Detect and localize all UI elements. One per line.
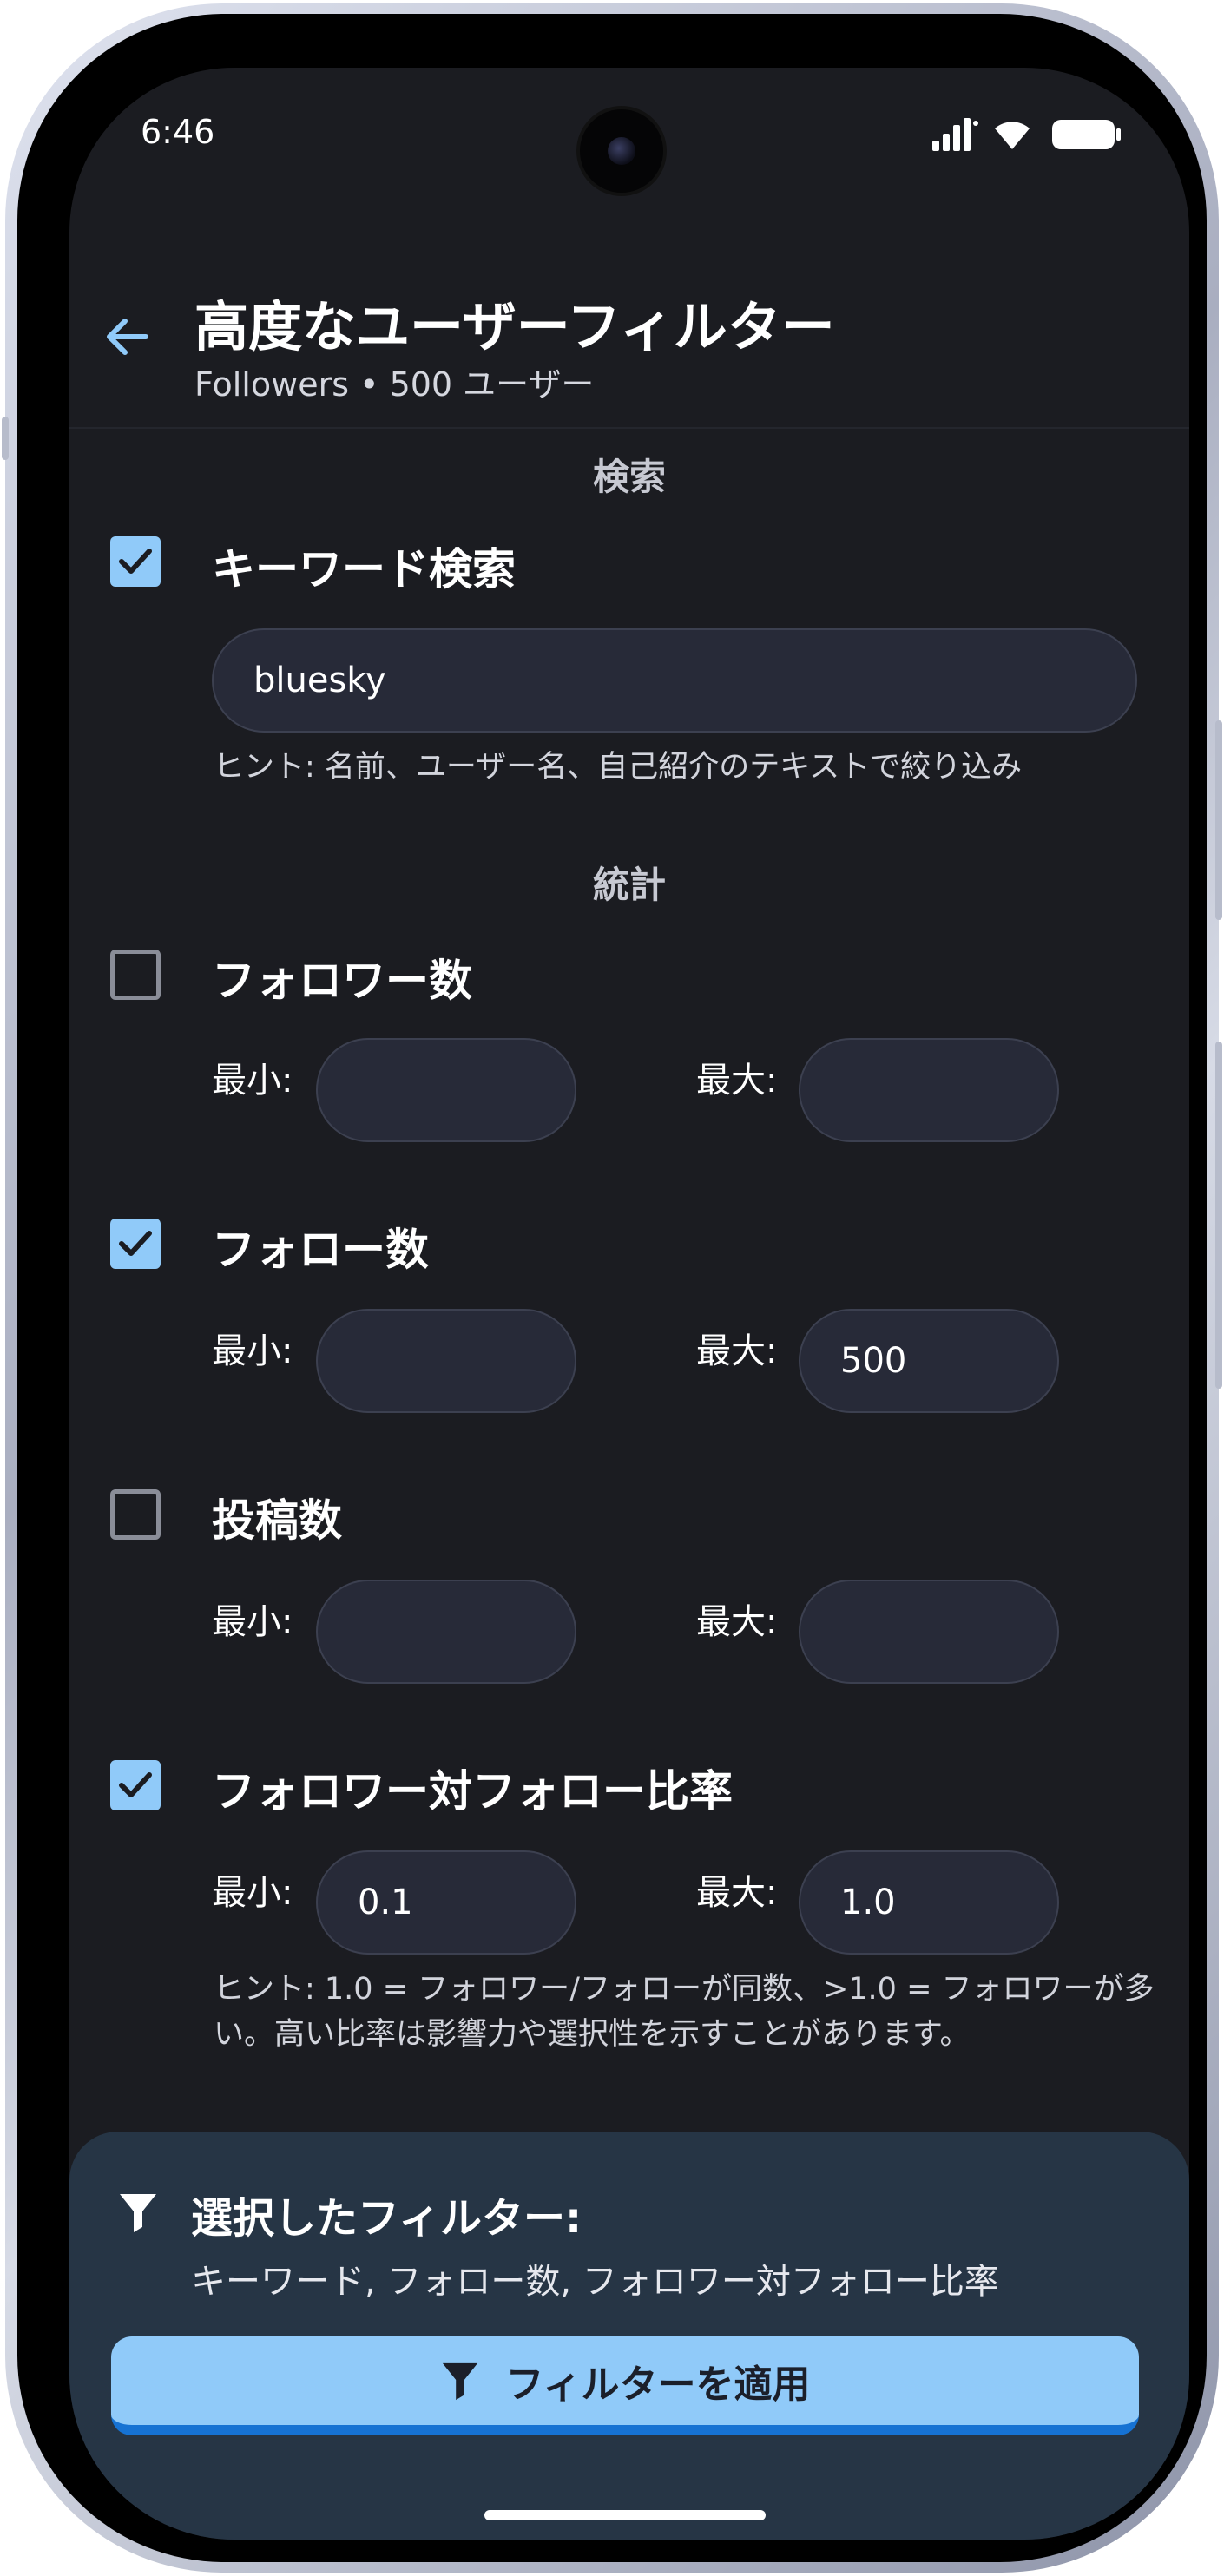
device-frame: 6:46 高度なユーザーフィルター Followers • 500 ユーザー 検…	[2, 3, 1222, 2573]
filter-icon	[120, 2194, 156, 2232]
ratio-max-label: 最大:	[696, 1873, 778, 1913]
apply-filter-button[interactable]: フィルターを適用	[111, 2336, 1139, 2435]
signal-icon	[932, 118, 978, 151]
page-title: 高度なユーザーフィルター	[194, 295, 835, 358]
action-button	[2, 417, 9, 460]
back-button[interactable]	[95, 306, 158, 368]
status-icons	[931, 115, 1122, 153]
ratio-min-input[interactable]: 0.1	[316, 1850, 576, 1955]
filter-icon	[443, 2362, 478, 2401]
power-button	[1215, 1042, 1222, 1389]
followers-min-input[interactable]	[316, 1038, 576, 1142]
page-subtitle: Followers • 500 ユーザー	[194, 365, 595, 404]
posts-min-label: 最小:	[212, 1602, 293, 1642]
ratio-checkbox[interactable]	[110, 1760, 161, 1810]
home-indicator[interactable]	[484, 2510, 766, 2520]
status-time: 6:46	[141, 113, 215, 151]
following-label: フォロー数	[212, 1225, 429, 1275]
followers-max-label: 最大:	[696, 1061, 778, 1101]
ratio-hint: ヒント: 1.0 = フォロワー/フォローが同数、>1.0 = フォロワーが多い…	[214, 1972, 1155, 2052]
check-icon	[119, 549, 152, 574]
device-bezel: 6:46 高度なユーザーフィルター Followers • 500 ユーザー 検…	[17, 14, 1207, 2562]
check-icon	[119, 1772, 152, 1797]
volume-up-button	[1215, 720, 1222, 920]
apply-filter-label: フィルターを適用	[505, 2362, 811, 2407]
following-min-label: 最小:	[212, 1331, 293, 1371]
keyword-input[interactable]: bluesky	[212, 628, 1137, 733]
front-camera	[580, 109, 663, 193]
section-header-search: 検索	[592, 456, 666, 498]
posts-max-label: 最大:	[696, 1602, 778, 1642]
following-max-label: 最大:	[696, 1331, 778, 1371]
selected-filters-title: 選択したフィルター:	[191, 2194, 582, 2243]
check-icon	[119, 1231, 152, 1256]
ratio-max-input[interactable]: 1.0	[799, 1850, 1059, 1955]
ratio-min-label: 最小:	[212, 1873, 293, 1913]
posts-checkbox[interactable]	[110, 1489, 161, 1540]
keyword-label: キーワード検索	[212, 544, 516, 595]
ratio-label: フォロワー対フォロー比率	[212, 1766, 733, 1817]
keyword-hint: ヒント: 名前、ユーザー名、自己紹介のテキストで絞り込み	[214, 750, 1023, 785]
following-checkbox[interactable]	[110, 1219, 161, 1269]
app-bar: 高度なユーザーフィルター Followers • 500 ユーザー	[69, 219, 1189, 429]
selected-filters-list: キーワード, フォロー数, フォロワー対フォロー比率	[191, 2262, 999, 2302]
screen: 6:46 高度なユーザーフィルター Followers • 500 ユーザー 検…	[69, 68, 1189, 2540]
following-max-input[interactable]: 500	[799, 1309, 1059, 1413]
followers-checkbox[interactable]	[110, 950, 161, 1000]
followers-label: フォロワー数	[212, 956, 472, 1006]
wifi-icon	[995, 122, 1030, 149]
section-header-stats: 統計	[592, 864, 666, 906]
followers-min-label: 最小:	[212, 1061, 293, 1101]
following-min-input[interactable]	[316, 1309, 576, 1413]
keyword-checkbox[interactable]	[110, 536, 161, 587]
posts-min-input[interactable]	[316, 1580, 576, 1684]
arrow-back-icon	[107, 319, 148, 355]
posts-max-input[interactable]	[799, 1580, 1059, 1684]
followers-max-input[interactable]	[799, 1038, 1059, 1142]
posts-label: 投稿数	[212, 1495, 342, 1546]
selected-filters-panel: 選択したフィルター: キーワード, フォロー数, フォロワー対フォロー比率 フィ…	[69, 2132, 1189, 2540]
battery-icon	[1052, 120, 1121, 149]
